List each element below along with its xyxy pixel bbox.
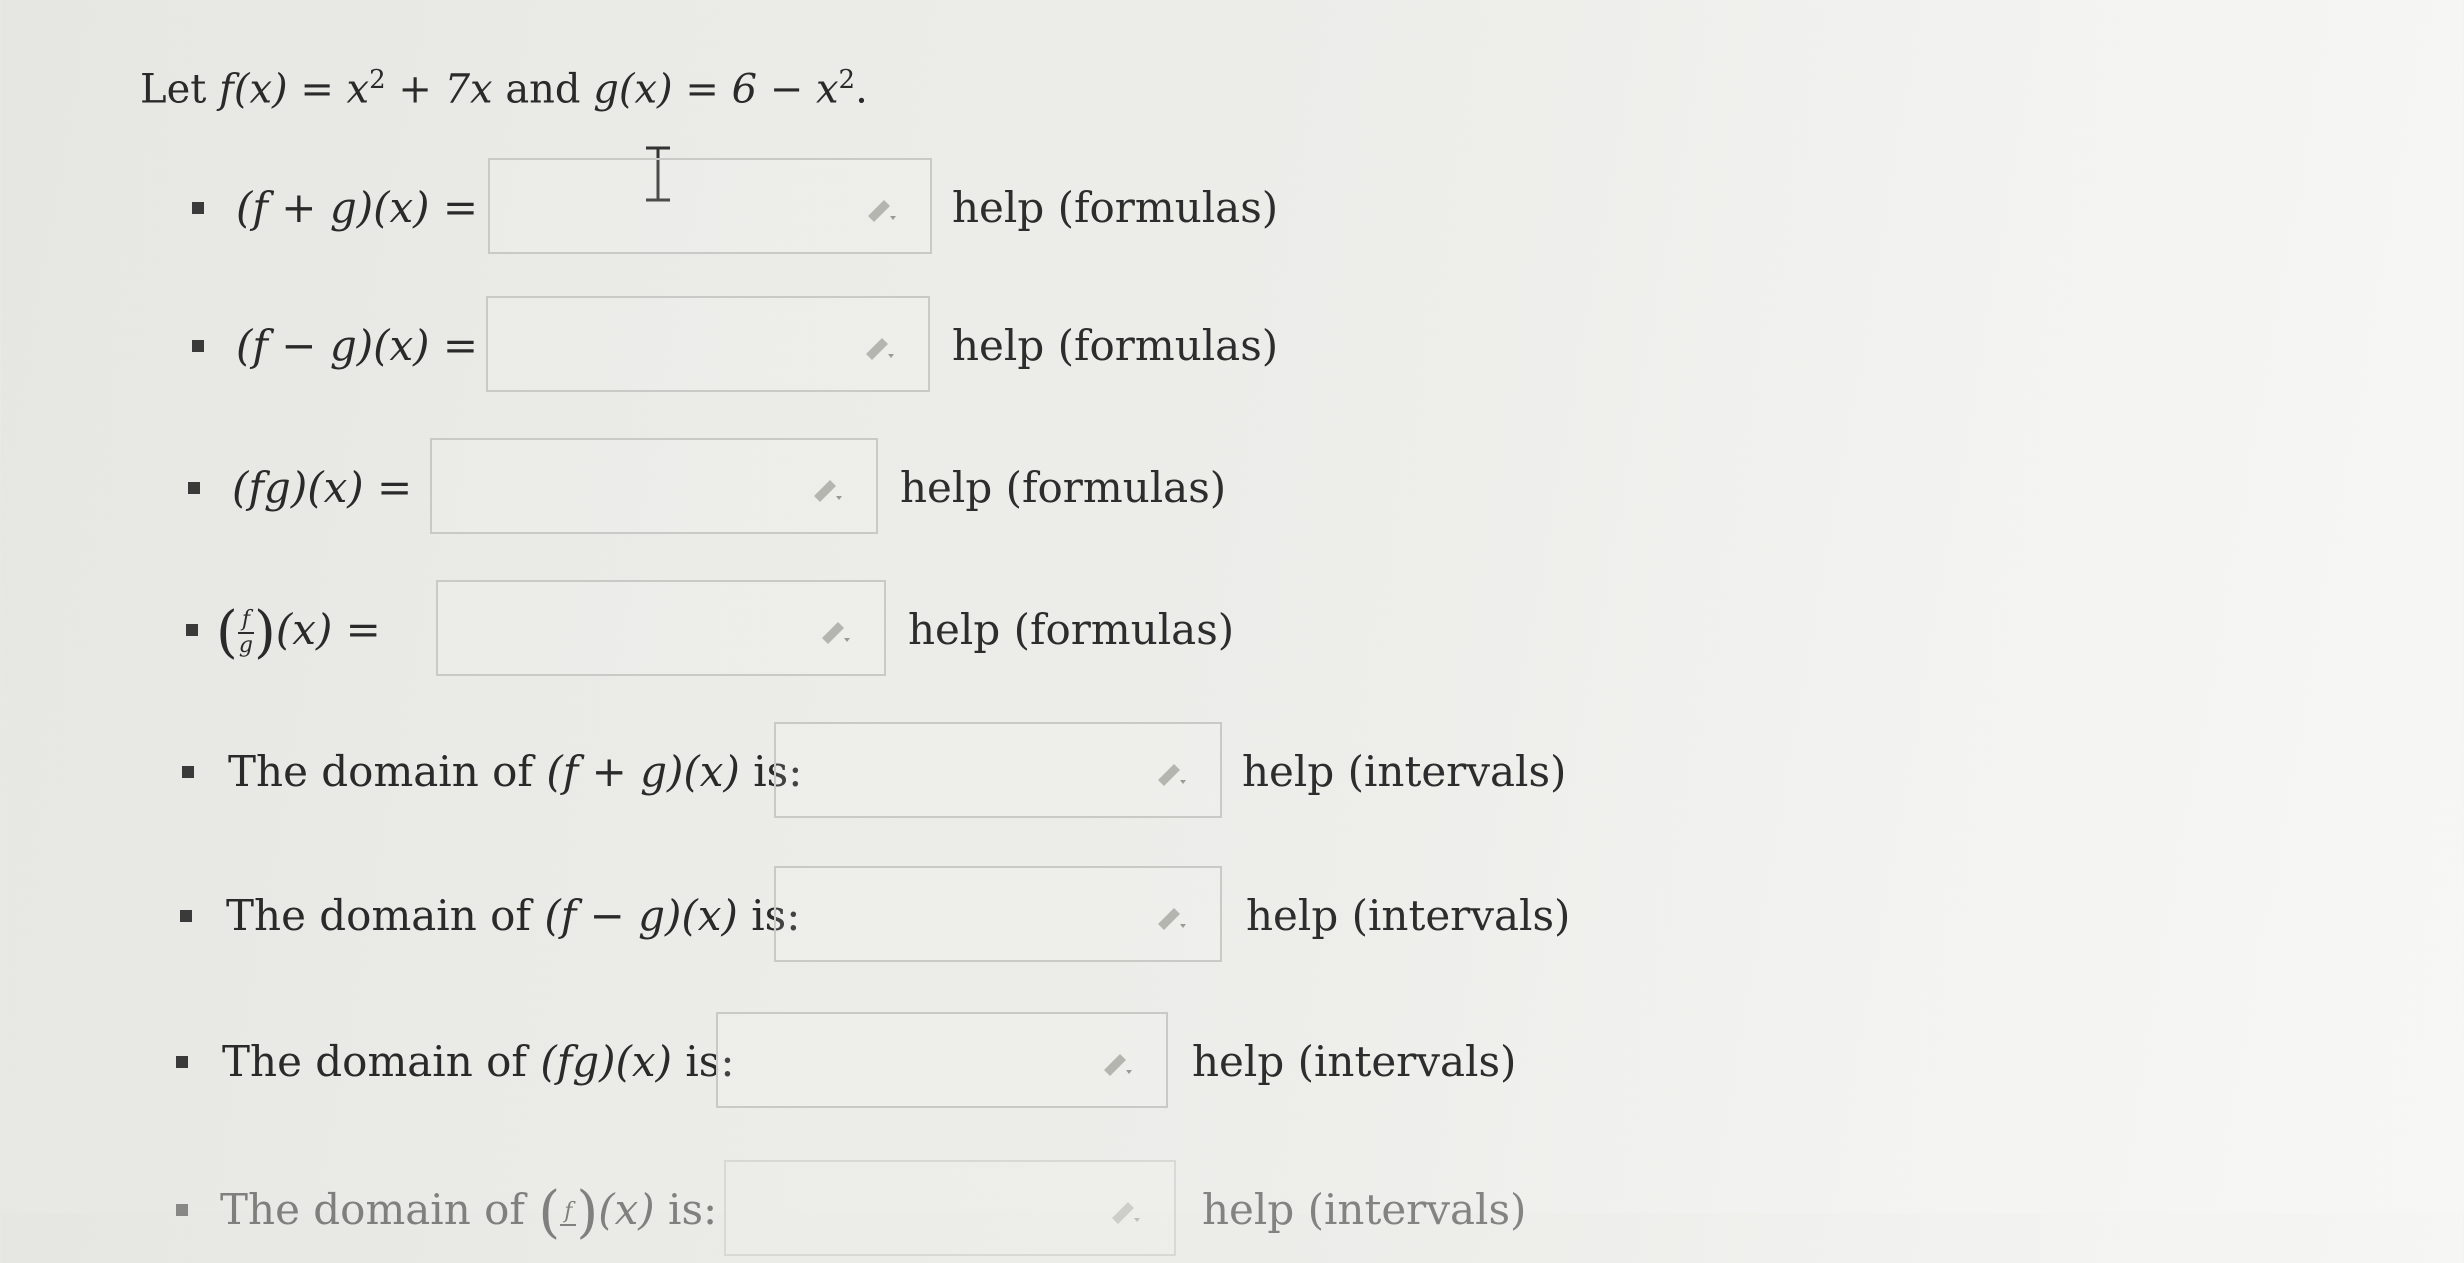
f-definition: f(x) = x [219,66,370,113]
help-intervals-link[interactable]: help (intervals) [1192,1012,1516,1112]
domain-label-text: The domain of [220,1185,539,1234]
difference-answer-input[interactable] [486,296,930,392]
domain-label-math: (f − g)(x) [544,891,738,940]
bullet [188,482,200,494]
f-definition-rest: + 7x [385,66,493,113]
sum-answer-input[interactable] [488,158,932,254]
answer-row-sum: (f + g)(x) = help (formulas) [0,158,2464,258]
domain-label-end: is: [654,1185,718,1234]
g-definition: g(x) = 6 − x [593,66,839,113]
prompt-prefix: Let [140,66,220,113]
domain-quotient-label: The domain of (f)(x) is: [220,1180,718,1245]
g-exponent: 2 [838,65,856,95]
bullet [192,340,204,352]
help-formulas-link[interactable]: help (formulas) [952,296,1278,396]
bullet [176,1204,188,1216]
domain-label-math: (f + g)(x) [546,747,740,796]
f-exponent: 2 [369,65,386,95]
answer-row-difference: (f − g)(x) = help (formulas) [0,296,2464,396]
pencil-icon[interactable] [816,616,856,646]
help-formulas-link[interactable]: help (formulas) [908,580,1234,680]
domain-row-difference: The domain of (f − g)(x) is: help (inter… [0,866,2464,966]
help-intervals-link[interactable]: help (intervals) [1202,1160,1526,1260]
difference-label: (f − g)(x) = [236,321,479,370]
domain-row-product: The domain of (fg)(x) is: help (interval… [0,1012,2464,1112]
answer-row-product: (fg)(x) = help (formulas) [0,438,2464,538]
domain-label-text: The domain of [226,891,545,940]
quotient-label: (f g)(x) = [216,600,381,665]
help-intervals-link[interactable]: help (intervals) [1242,722,1566,822]
problem-statement: Let f(x) = x2 + 7x and g(x) = 6 − x2. [140,50,868,119]
domain-row-sum: The domain of (f + g)(x) is: help (inter… [0,722,2464,822]
prompt-and: and [492,66,594,113]
pencil-icon[interactable] [862,194,902,224]
pencil-icon[interactable] [1098,1048,1138,1078]
pencil-icon[interactable] [860,332,900,362]
bullet [182,766,194,778]
domain-label-text: The domain of [222,1037,541,1086]
domain-sum-input[interactable] [774,722,1222,818]
quotient-denominator: g [238,633,253,658]
pencil-icon[interactable] [1152,758,1192,788]
domain-row-quotient: The domain of (f)(x) is: help (intervals… [0,1160,2464,1260]
pencil-icon[interactable] [1152,902,1192,932]
product-label: (fg)(x) = [232,463,413,512]
product-answer-input[interactable] [430,438,878,534]
prompt-end: . [855,66,868,113]
bullet [176,1056,188,1068]
domain-quotient-numerator: f [560,1200,577,1226]
pencil-icon[interactable] [808,474,848,504]
domain-difference-label: The domain of (f − g)(x) is: [226,866,800,966]
help-formulas-link[interactable]: help (formulas) [952,158,1278,258]
quotient-answer-input[interactable] [436,580,886,676]
bullet [192,202,204,214]
domain-product-input[interactable] [716,1012,1168,1108]
sum-label: (f + g)(x) = [236,183,479,232]
bullet [180,910,192,922]
pencil-icon[interactable] [1106,1196,1146,1226]
quotient-label-rest: (x) = [275,605,381,654]
domain-difference-input[interactable] [774,866,1222,962]
bullet [186,624,198,636]
answer-row-quotient: (f g)(x) = help (formulas) [0,580,2464,680]
help-formulas-link[interactable]: help (formulas) [900,438,1226,538]
domain-quotient-input[interactable] [724,1160,1176,1256]
domain-label-text: The domain of [228,747,547,796]
quotient-numerator: f [237,608,255,634]
domain-label-math: (fg)(x) [540,1037,672,1086]
domain-label-math: (x) [598,1185,655,1234]
domain-sum-label: The domain of (f + g)(x) is: [228,722,802,822]
help-intervals-link[interactable]: help (intervals) [1246,866,1570,966]
domain-product-label: The domain of (fg)(x) is: [222,1012,735,1112]
